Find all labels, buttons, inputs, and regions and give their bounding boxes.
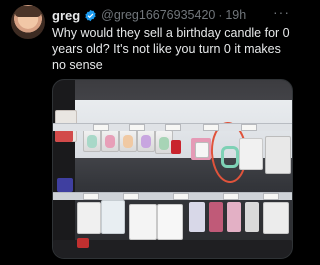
photo-price-tag <box>173 193 189 200</box>
tweet-text: Why would they sell a birthday candle fo… <box>52 26 290 72</box>
photo-price-tag <box>223 193 239 200</box>
photo-price-tag <box>241 124 257 131</box>
photo-candle-package <box>195 142 209 158</box>
photo-red-box <box>171 140 181 154</box>
verified-badge-icon <box>85 9 96 21</box>
photo-product <box>157 204 183 240</box>
separator-dot: · <box>218 8 223 22</box>
tweet-media-image[interactable] <box>52 79 293 259</box>
photo-candle-package <box>101 128 119 152</box>
photo-candle-package <box>137 128 155 152</box>
photo-product <box>129 204 157 240</box>
photo-price-tag <box>203 124 219 131</box>
photo-candle-package <box>119 128 137 152</box>
author-name[interactable]: greg <box>52 8 80 23</box>
photo-product <box>245 202 259 232</box>
avatar[interactable] <box>11 5 45 39</box>
photo-price-tag <box>165 124 181 131</box>
photo-product <box>55 130 73 142</box>
photo-price-tag <box>123 193 139 200</box>
photo-product <box>263 202 289 234</box>
photo-price-tag <box>83 193 99 200</box>
tweet-header: greg @greg16676935420 · 19h <box>52 7 292 23</box>
photo-price-tag <box>263 193 279 200</box>
timestamp[interactable]: 19h <box>225 8 246 22</box>
photo-left-shadow <box>53 80 75 258</box>
photo-product <box>57 178 73 192</box>
author-handle[interactable]: @greg16676935420 <box>101 8 215 22</box>
more-options-icon[interactable]: ··· <box>273 4 290 20</box>
photo-candle-package <box>83 128 101 152</box>
photo-product <box>209 202 223 232</box>
photo-product <box>189 202 205 232</box>
photo-product <box>77 202 101 234</box>
photo-product <box>77 238 89 248</box>
photo-price-tag <box>93 124 109 131</box>
avatar-hair <box>15 6 41 17</box>
photo-product <box>265 136 291 174</box>
photo-price-tag <box>129 124 145 131</box>
photo-product <box>227 202 241 232</box>
photo-product <box>239 138 263 170</box>
photo-product <box>101 200 125 234</box>
